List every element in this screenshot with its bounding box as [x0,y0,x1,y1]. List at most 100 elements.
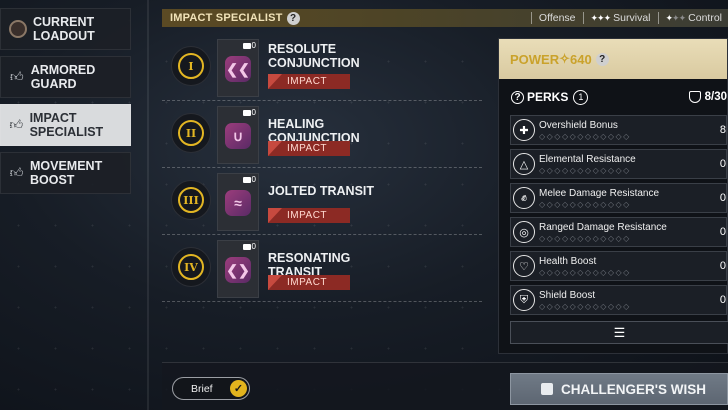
mod-icon[interactable]: 0 ❮❯ [217,240,259,298]
tier-numeral: II [178,120,204,146]
slots-icon [688,91,701,103]
tier-badge: I [171,46,211,86]
help-icon[interactable]: ? [595,52,609,66]
stat-pips: ✦✦✦ [590,12,612,23]
tier-badge: II [171,113,211,153]
mod-name: JOLTED TRANSIT [268,184,375,198]
thumbs-up-icon: 👍︎ [9,165,24,180]
thumbs-up-icon: 👍︎ [9,117,24,132]
help-icon[interactable]: ? [286,11,300,25]
energy-cost: 0 [242,242,256,251]
thumbs-up-icon: 👍︎ [10,69,24,84]
slots-value: 8/30 [704,91,727,103]
mod-list: I 0 ❮❮ RESOLUTE CONJUNCTION IMPACT II 0 … [162,34,482,302]
perk-name: Overshield Bonus [539,120,618,131]
tier-numeral: III [178,187,204,213]
mod-row[interactable]: I 0 ❮❮ RESOLUTE CONJUNCTION IMPACT [162,34,482,101]
loadout-impact-specialist[interactable]: 👍︎ IMPACT SPECIALIST [0,104,131,146]
loadout-header: IMPACT SPECIALIST ? Offense ✦✦✦ Survival… [162,9,728,27]
mod-icon[interactable]: 0 ∪ [217,106,259,164]
power-panel: POWER ✧ 640 ? ? PERKS 1 8/30 ✚ Overshiel… [498,38,728,354]
impact-emblem-icon: ❮❮ [225,56,251,82]
loadout-list: CURRENT LOADOUT 👍︎ ARMORED GUARD 👍︎ IMPA… [0,8,131,200]
stat-control: ✦✦✦ Control [666,12,728,24]
stat-divider [582,12,584,24]
stat-pips: ✦✦✦ [665,12,687,23]
loadout-label: IMPACT SPECIALIST [29,111,104,139]
impact-tag: IMPACT [268,275,350,290]
target-icon: ◎ [513,221,535,243]
perk-name: Ranged Damage Resistance [539,222,667,233]
perk-pips: ◇◇◇◇◇◇◇◇◇◇◇◇ [539,132,631,141]
tier-badge: IV [171,247,211,287]
shield-icon: ⛨ [513,289,535,311]
impact-emblem-icon: ∪ [225,123,251,149]
impact-tag-label: IMPACT [287,277,328,288]
mod-row[interactable]: IV 0 ❮❯ RESONATING TRANSIT IMPACT [162,235,482,302]
list-view-button[interactable]: ☰ [510,321,728,344]
perk-name: Health Boost [539,256,597,267]
impact-tag: IMPACT [268,74,350,89]
perk-name: Melee Damage Resistance [539,188,660,199]
tier-badge: III [171,180,211,220]
perk-pips: ◇◇◇◇◇◇◇◇◇◇◇◇ [539,200,631,209]
energy-cost: 0 [242,108,256,117]
loadout-current[interactable]: CURRENT LOADOUT [0,8,131,50]
energy-cost: 0 [242,175,256,184]
mod-icon[interactable]: 0 ❮❮ [217,39,259,97]
gift-icon [541,383,553,395]
stat-divider [530,12,532,24]
impact-emblem-icon: ❮❯ [225,257,251,283]
perk-row[interactable]: ◎ Ranged Damage Resistance ◇◇◇◇◇◇◇◇◇◇◇◇ … [510,217,727,247]
battery-icon [242,42,251,49]
mod-icon[interactable]: 0 ≈ [217,173,259,231]
power-label: POWER [510,51,560,67]
perk-row[interactable]: ♡ Health Boost ◇◇◇◇◇◇◇◇◇◇◇◇ 0 [510,251,727,281]
loadout-title: IMPACT SPECIALIST [170,12,283,24]
battery-icon [242,176,251,183]
impact-tag-label: IMPACT [287,210,328,221]
tier-numeral: I [178,53,204,79]
perks-title: PERKS [527,90,569,104]
battery-icon [242,243,251,250]
bottom-bar: Brief ✓ CHALLENGER'S WISH [162,362,728,410]
wish-label: CHALLENGER'S WISH [561,381,706,397]
column-divider [147,0,149,410]
impact-emblem-icon: ≈ [225,190,251,216]
loadout-armored-guard[interactable]: 👍︎ ARMORED GUARD [0,56,131,98]
perk-pips: ◇◇◇◇◇◇◇◇◇◇◇◇ [539,268,631,277]
energy-value: 0 [251,175,256,184]
check-icon: ✓ [230,380,247,397]
impact-tag-label: IMPACT [287,143,328,154]
help-icon[interactable]: ? [511,90,524,104]
perks-count: 1 [573,89,589,105]
stat-label: Control [688,12,722,24]
perk-pips: ◇◇◇◇◇◇◇◇◇◇◇◇ [539,234,631,243]
power-value: 640 [570,51,592,67]
perk-value: 0 [719,260,726,272]
energy-cost: 0 [242,41,256,50]
perk-row[interactable]: ⛨ Shield Boost ◇◇◇◇◇◇◇◇◇◇◇◇ 0 [510,285,727,315]
loadout-label: MOVEMENT BOOST [29,159,103,187]
loadout-label: CURRENT LOADOUT [33,15,95,43]
challengers-wish-button[interactable]: CHALLENGER'S WISH [510,373,728,405]
brief-toggle[interactable]: Brief ✓ [172,377,250,400]
perk-name: Elemental Resistance [539,154,636,165]
perk-pips: ◇◇◇◇◇◇◇◇◇◇◇◇ [539,166,631,175]
perk-value: 0 [719,192,726,204]
power-diamond-icon: ✧ [559,51,571,66]
perk-value: 8 [719,124,726,136]
power-header: POWER ✧ 640 ? [499,39,727,79]
impact-tag: IMPACT [268,141,350,156]
mod-row[interactable]: III 0 ≈ JOLTED TRANSIT IMPACT [162,168,482,235]
loadout-movement-boost[interactable]: 👍︎ MOVEMENT BOOST [0,152,131,194]
element-icon: △ [513,153,535,175]
stat-offense: Offense [539,12,576,24]
stat-label: Offense [538,12,576,24]
energy-value: 0 [251,242,256,251]
impact-tag-label: IMPACT [287,76,328,87]
perk-row[interactable]: ✊︎ Melee Damage Resistance ◇◇◇◇◇◇◇◇◇◇◇◇ … [510,183,727,213]
perk-row[interactable]: ✚ Overshield Bonus ◇◇◇◇◇◇◇◇◇◇◇◇ 8 [510,115,727,145]
mod-row[interactable]: II 0 ∪ HEALING CONJUNCTION IMPACT [162,101,482,168]
perk-row[interactable]: △ Elemental Resistance ◇◇◇◇◇◇◇◇◇◇◇◇ 0 [510,149,727,179]
